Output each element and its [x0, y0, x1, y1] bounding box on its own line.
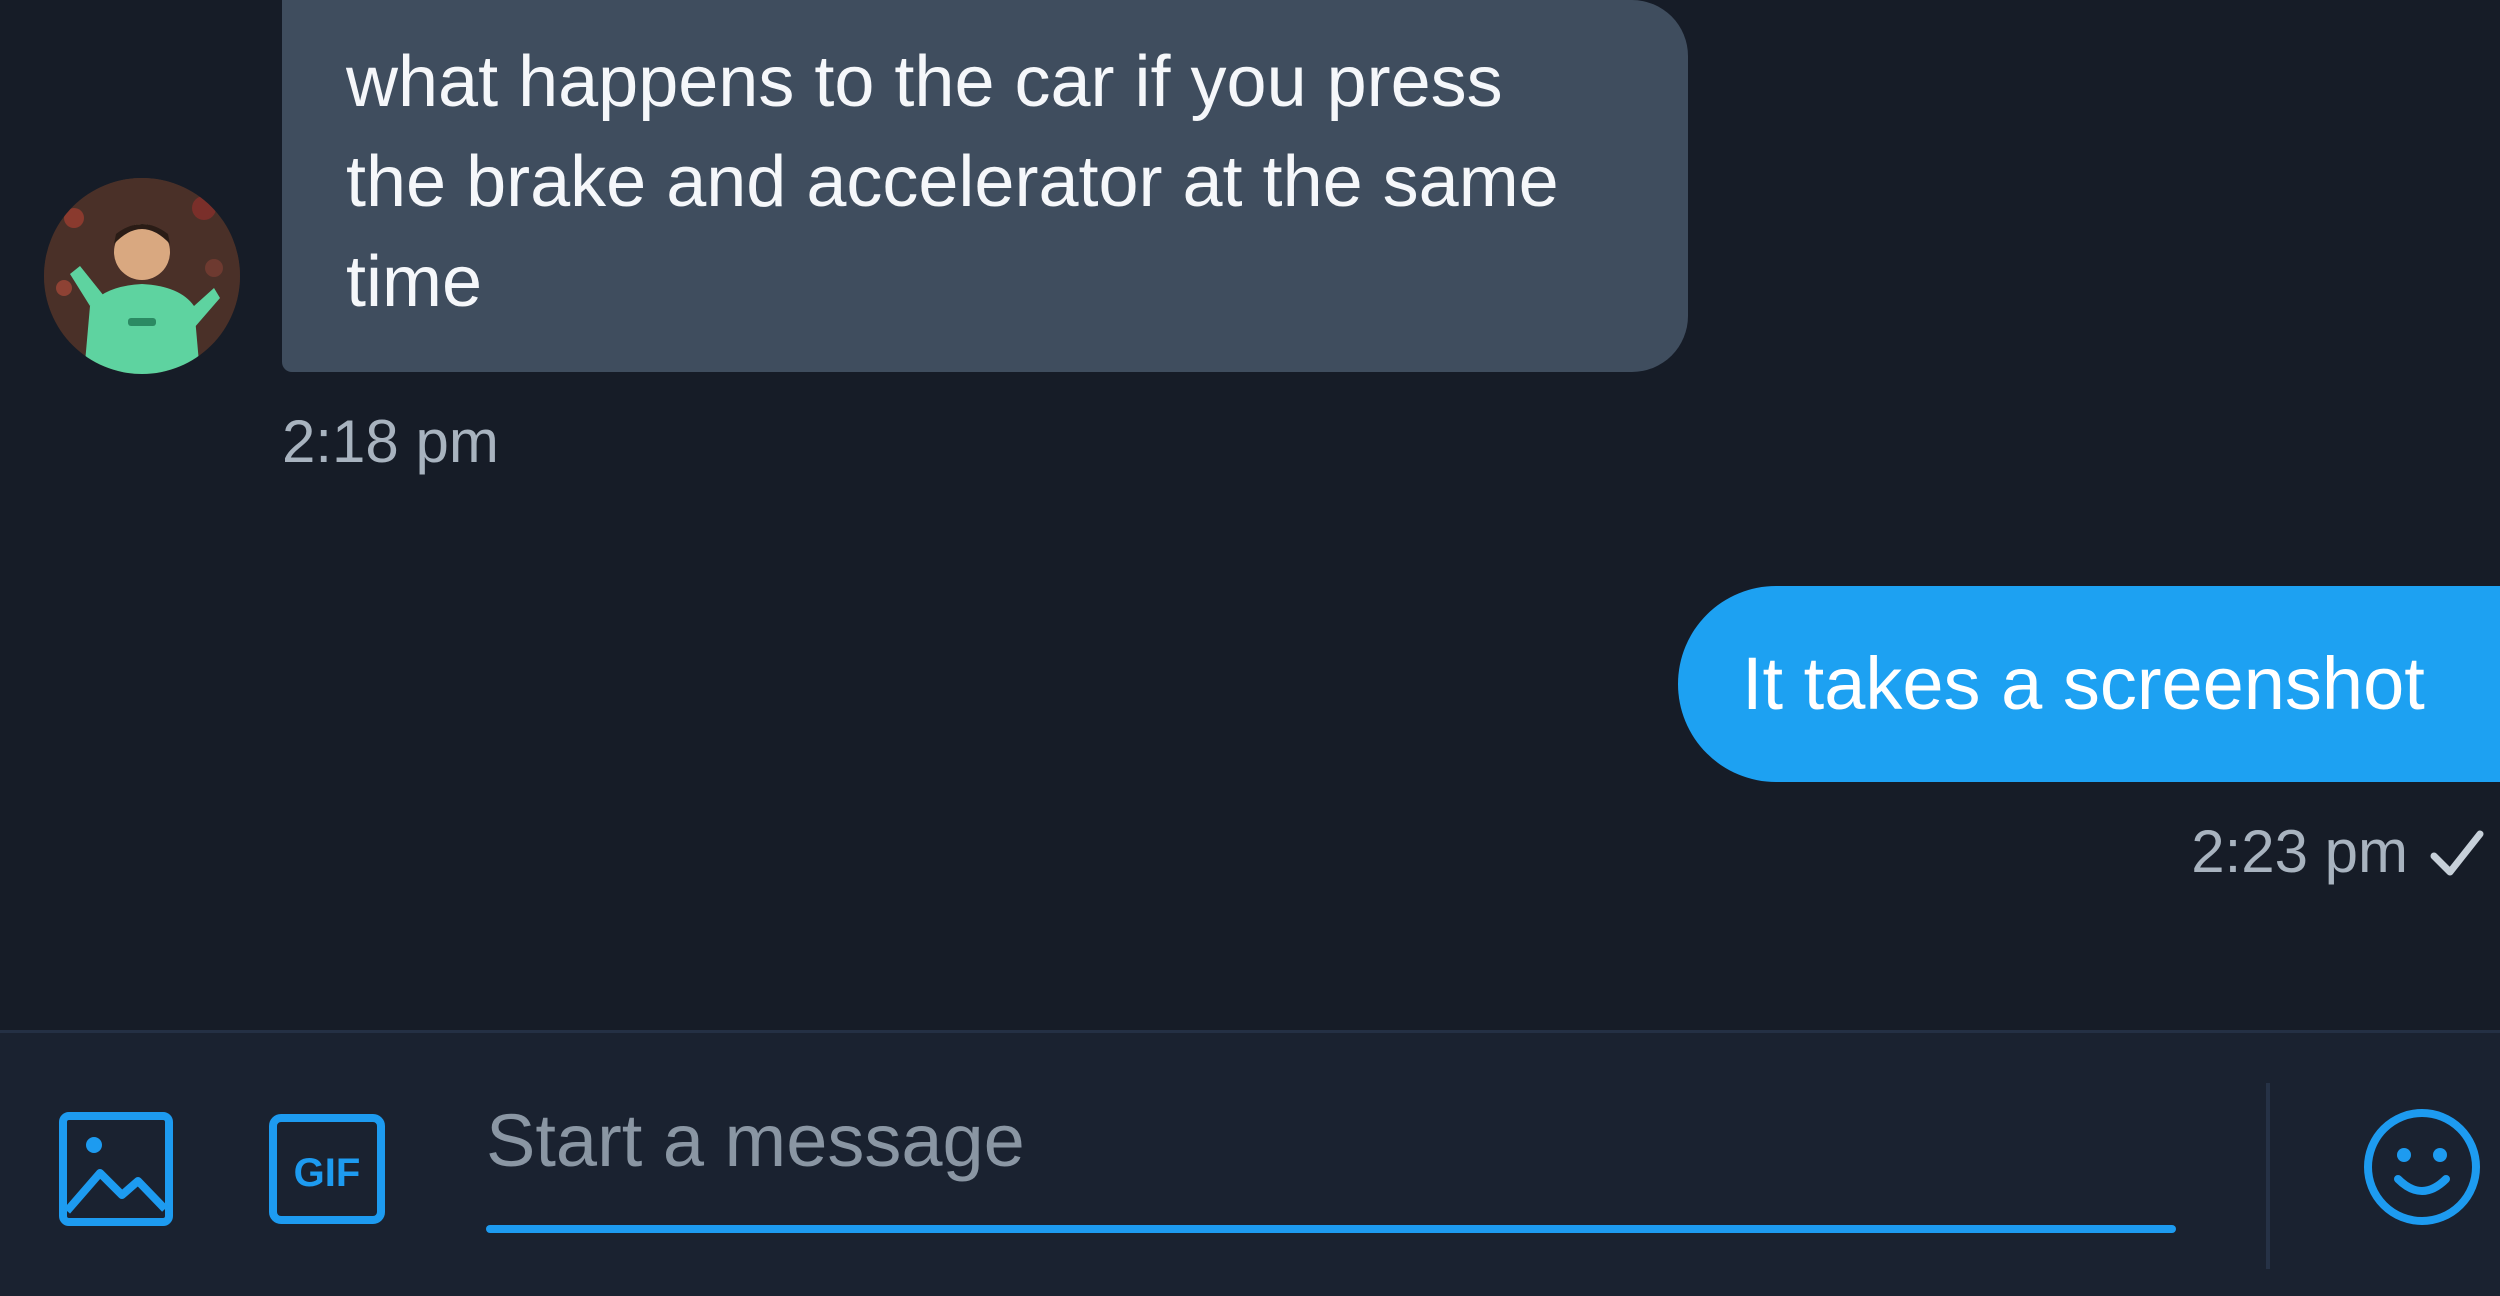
incoming-message-timestamp: 2:18 pm	[282, 408, 499, 475]
composer-divider	[2266, 1083, 2270, 1269]
outgoing-message-bubble[interactable]: It takes a screenshot	[1678, 586, 2500, 782]
message-composer: GIF	[0, 1030, 2500, 1296]
input-underline	[486, 1225, 2176, 1233]
incoming-message-line: the brake and accelerator at the same	[346, 142, 1559, 222]
avatar[interactable]	[44, 178, 240, 374]
image-icon[interactable]	[58, 1111, 174, 1227]
incoming-message-bubble[interactable]: what happens to the car if you press the…	[282, 0, 1688, 372]
check-icon	[2430, 830, 2484, 876]
incoming-message-line: time	[346, 242, 483, 322]
message-input[interactable]	[486, 1093, 2176, 1187]
dm-screen: what happens to the car if you press the…	[0, 0, 2500, 1296]
outgoing-message-text: It takes a screenshot	[1742, 642, 2425, 725]
incoming-message-line: what happens to the car if you press	[346, 42, 1503, 122]
conversation-thread: what happens to the car if you press the…	[0, 0, 2500, 1030]
emoji-icon[interactable]	[2362, 1107, 2482, 1227]
avatar-image	[44, 178, 240, 374]
gif-label: GIF	[294, 1151, 361, 1195]
gif-icon[interactable]: GIF	[268, 1113, 386, 1225]
outgoing-message-timestamp: 2:23 pm	[2191, 818, 2408, 885]
